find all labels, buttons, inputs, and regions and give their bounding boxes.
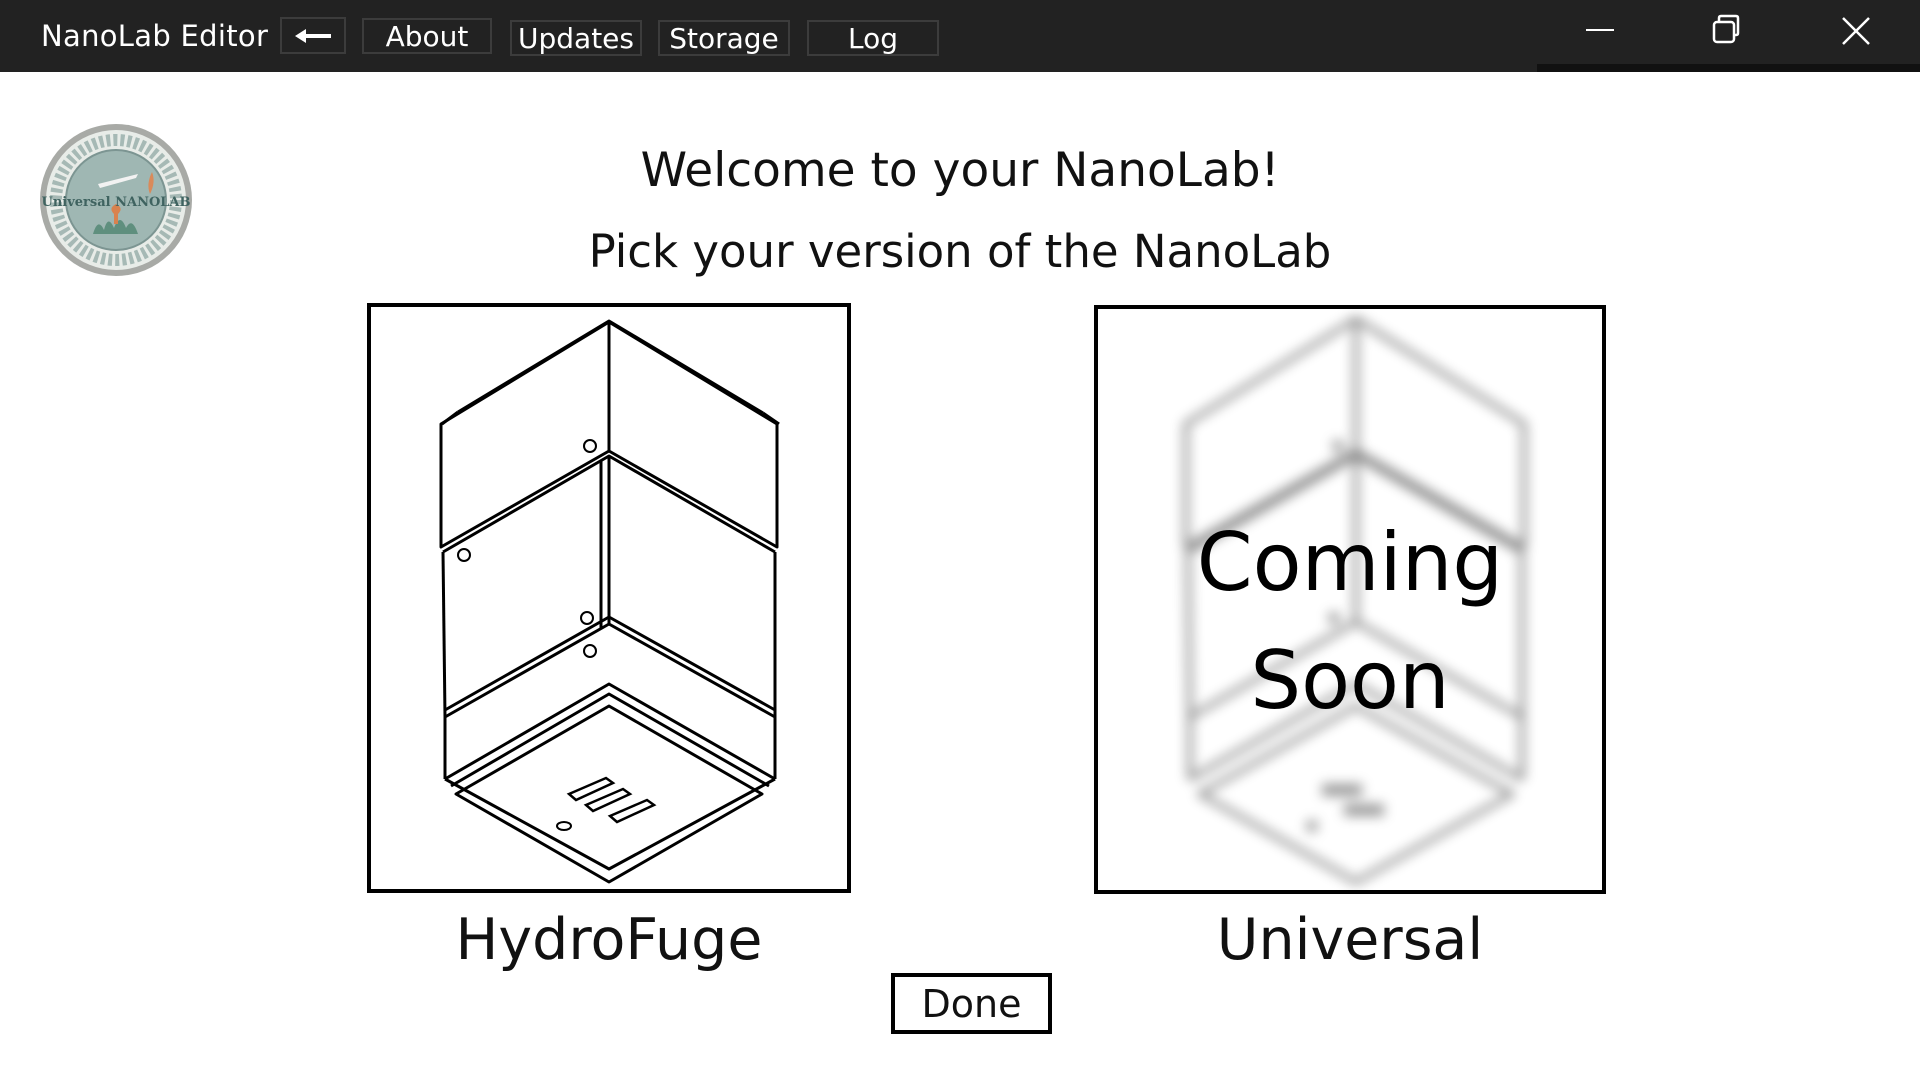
minimize-icon: [1586, 29, 1614, 31]
universal-option-card[interactable]: Coming Soon: [1094, 305, 1606, 894]
about-button[interactable]: About: [362, 18, 492, 54]
hydrofuge-device-drawing: [439, 319, 780, 884]
coming-soon-line2: Soon: [1250, 634, 1450, 727]
coming-soon-line1: Coming: [1196, 516, 1504, 609]
subtitle: Pick your version of the NanoLab: [588, 225, 1332, 278]
updates-button[interactable]: Updates: [510, 20, 642, 56]
app-title: NanoLab Editor: [41, 19, 269, 53]
hydrofuge-option-card[interactable]: [367, 303, 851, 893]
hydrofuge-label: HydroFuge: [455, 907, 763, 973]
coming-soon-overlay: Coming Soon: [1098, 504, 1602, 740]
titlebar-accent: [1537, 64, 1920, 72]
close-icon: [1842, 17, 1870, 45]
minimize-button[interactable]: [1572, 6, 1628, 54]
close-button[interactable]: [1828, 6, 1884, 54]
storage-button[interactable]: Storage: [658, 20, 790, 56]
log-button[interactable]: Log: [807, 20, 939, 56]
title-bar: NanoLab Editor About Updates Storage Log: [0, 0, 1920, 72]
restore-button[interactable]: [1698, 6, 1754, 54]
arrow-left-icon: [295, 28, 331, 43]
welcome-heading: Welcome to your NanoLab!: [640, 143, 1280, 198]
back-button[interactable]: [280, 17, 346, 54]
restore-icon: [1712, 14, 1740, 44]
done-button[interactable]: Done: [891, 973, 1052, 1034]
universal-label: Universal: [1216, 907, 1484, 973]
